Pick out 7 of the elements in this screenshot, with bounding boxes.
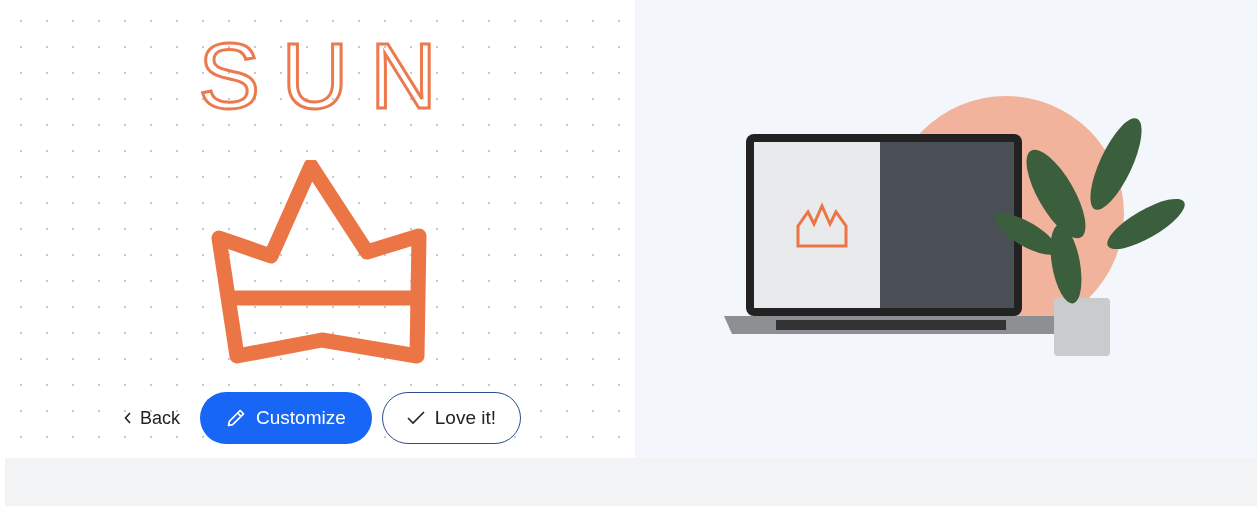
chevron-left-icon [123, 412, 132, 424]
check-icon [406, 411, 425, 425]
pencil-icon [226, 408, 246, 428]
back-button[interactable]: Back [113, 399, 190, 437]
love-it-button[interactable]: Love it! [381, 392, 521, 444]
customize-button[interactable]: Customize [200, 392, 372, 444]
logo-text: SUN [197, 30, 459, 122]
